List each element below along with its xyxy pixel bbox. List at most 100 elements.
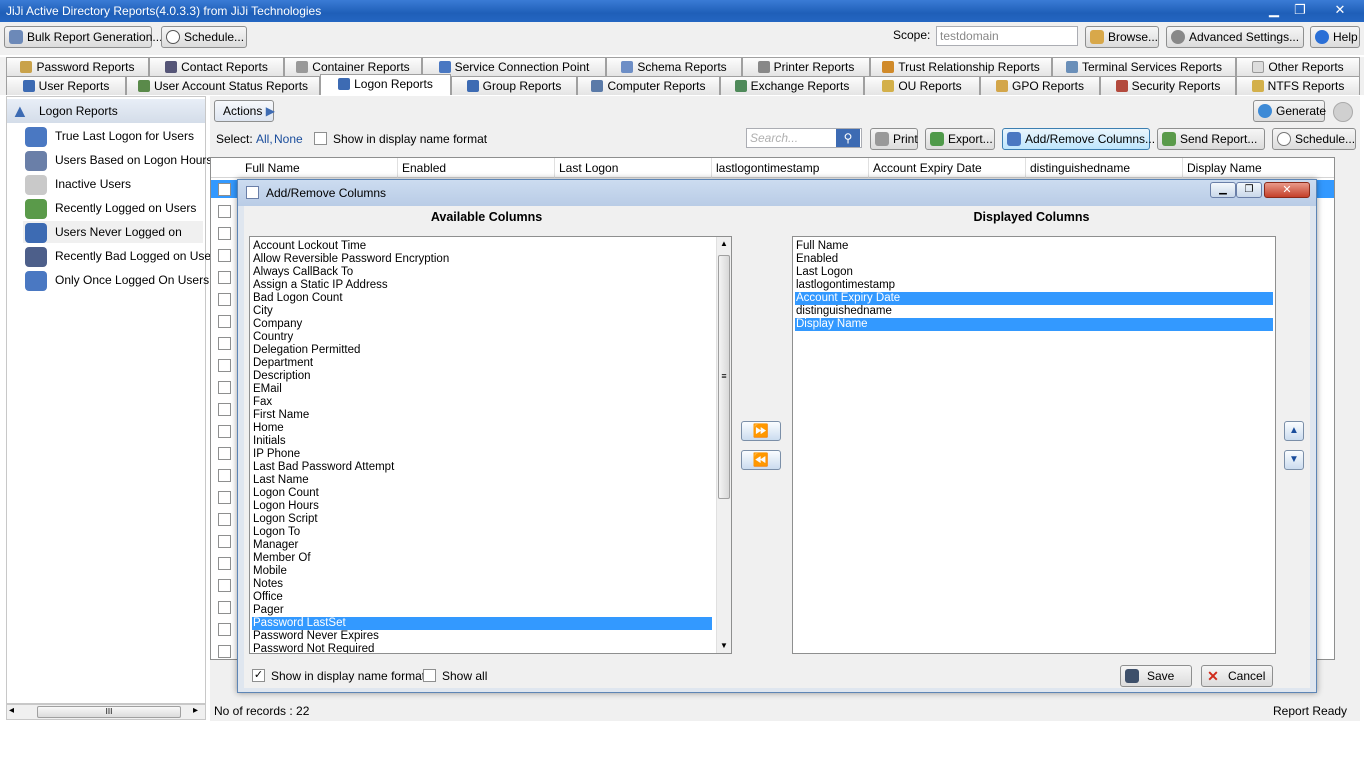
schedule-report-button[interactable]: Schedule... bbox=[1272, 128, 1356, 150]
tab-ou-reports[interactable]: OU Reports bbox=[864, 76, 980, 95]
tab-computer-reports[interactable]: Computer Reports bbox=[577, 76, 720, 95]
available-column-item[interactable]: City bbox=[252, 305, 712, 318]
tab-security-reports[interactable]: Security Reports bbox=[1100, 76, 1236, 95]
available-column-item[interactable]: Fax bbox=[252, 396, 712, 409]
export-button[interactable]: Export... bbox=[925, 128, 995, 150]
available-column-item[interactable]: Home bbox=[252, 422, 712, 435]
displayed-column-item[interactable]: Full Name bbox=[795, 240, 1273, 253]
available-scrollbar[interactable]: ▲ ≡ ▼ bbox=[716, 237, 731, 653]
tab-user-account-status-reports[interactable]: User Account Status Reports bbox=[126, 76, 320, 95]
tab-group-reports[interactable]: Group Reports bbox=[451, 76, 577, 95]
row-checkbox[interactable] bbox=[218, 601, 231, 614]
available-column-item[interactable]: Last Bad Password Attempt bbox=[252, 461, 712, 474]
displayed-columns-list[interactable]: Full Name Enabled Last Logon lastlogontimes… bbox=[792, 236, 1276, 654]
row-checkbox[interactable] bbox=[218, 205, 231, 218]
move-down-button[interactable]: ▼ bbox=[1284, 450, 1304, 470]
scroll-up-icon[interactable]: ▲ bbox=[720, 239, 728, 248]
help-button[interactable]: Help bbox=[1310, 26, 1360, 48]
add-remove-columns-button[interactable]: Add/Remove Columns... bbox=[1002, 128, 1155, 150]
row-checkbox[interactable] bbox=[218, 293, 231, 306]
row-checkbox[interactable] bbox=[218, 359, 231, 372]
displayed-column-item[interactable]: Last Logon bbox=[795, 266, 1273, 279]
row-checkbox[interactable] bbox=[218, 381, 231, 394]
show-all-checkbox[interactable] bbox=[423, 669, 436, 682]
column-header[interactable]: lastlogontimestamp bbox=[712, 158, 869, 178]
display-name-checkbox[interactable] bbox=[314, 132, 327, 145]
column-header[interactable]: Full Name bbox=[241, 158, 398, 178]
dialog-close-button[interactable]: ✕ bbox=[1264, 182, 1310, 198]
column-header[interactable]: Enabled bbox=[398, 158, 555, 178]
schedule-button[interactable]: Schedule... bbox=[161, 26, 247, 48]
tab-printer-reports[interactable]: Printer Reports bbox=[742, 57, 870, 76]
available-column-item[interactable]: Logon Hours bbox=[252, 500, 712, 513]
dialog-minimize-button[interactable]: ▁ bbox=[1210, 182, 1236, 198]
dialog-maximize-button[interactable]: ❐ bbox=[1236, 182, 1262, 198]
available-columns-list[interactable]: Account Lockout Time Allow Reversible Pas… bbox=[249, 236, 732, 654]
tab-logon-reports[interactable]: Logon Reports bbox=[320, 74, 451, 95]
maximize-button[interactable]: ❐ bbox=[1286, 0, 1314, 20]
tab-trust-relationship-reports[interactable]: Trust Relationship Reports bbox=[870, 57, 1052, 76]
row-checkbox[interactable] bbox=[218, 403, 231, 416]
minimize-button[interactable]: ▁ bbox=[1260, 0, 1288, 20]
tab-contact-reports[interactable]: Contact Reports bbox=[149, 57, 284, 76]
column-header[interactable]: Last Logon bbox=[555, 158, 712, 178]
row-checkbox[interactable] bbox=[218, 645, 231, 658]
displayed-column-item[interactable]: Account Expiry Date bbox=[795, 292, 1273, 305]
select-none-link[interactable]: None bbox=[274, 132, 303, 146]
row-checkbox[interactable] bbox=[218, 491, 231, 504]
available-column-item[interactable]: Bad Logon Count bbox=[252, 292, 712, 305]
bulk-report-button[interactable]: Bulk Report Generation... bbox=[4, 26, 162, 48]
row-checkbox[interactable] bbox=[218, 315, 231, 328]
scroll-thumb[interactable]: III bbox=[37, 706, 181, 718]
actions-button[interactable]: Actions ▶ bbox=[214, 100, 275, 122]
row-checkbox[interactable] bbox=[218, 227, 231, 240]
available-column-item[interactable]: Member Of bbox=[252, 552, 712, 565]
column-header[interactable]: Account Expiry Date bbox=[869, 158, 1026, 178]
available-column-item[interactable]: Mobile bbox=[252, 565, 712, 578]
displayed-column-item[interactable]: distinguishedname bbox=[795, 305, 1273, 318]
advanced-settings-button[interactable]: Advanced Settings... bbox=[1166, 26, 1304, 48]
add-column-button[interactable]: ⏩ bbox=[741, 421, 781, 441]
column-header[interactable]: distinguishedname bbox=[1026, 158, 1183, 178]
generate-button[interactable]: Generate bbox=[1253, 100, 1326, 122]
sidebar-item-inactive-users[interactable]: Inactive Users bbox=[23, 173, 203, 195]
available-column-item[interactable]: Password LastSet bbox=[252, 617, 712, 630]
row-checkbox[interactable] bbox=[218, 425, 231, 438]
displayed-column-item[interactable]: lastlogontimestamp bbox=[795, 279, 1273, 292]
tab-other-reports[interactable]: Other Reports bbox=[1236, 57, 1360, 76]
remove-column-button[interactable]: ⏪ bbox=[741, 450, 781, 470]
tab-user-reports[interactable]: User Reports bbox=[6, 76, 126, 95]
scroll-left-icon[interactable]: ◂ bbox=[9, 705, 14, 716]
available-column-item[interactable]: IP Phone bbox=[252, 448, 712, 461]
row-checkbox[interactable] bbox=[218, 249, 231, 262]
sidebar-item-never-logged-on[interactable]: Users Never Logged on bbox=[23, 221, 203, 243]
available-column-item[interactable]: Password Not Required bbox=[252, 643, 712, 653]
search-icon[interactable]: ⚲ bbox=[836, 129, 860, 147]
available-column-item[interactable]: Last Name bbox=[252, 474, 712, 487]
sidebar-item-only-once-logged[interactable]: Only Once Logged On Users bbox=[23, 269, 209, 291]
available-column-item[interactable]: Account Lockout Time bbox=[252, 240, 712, 253]
row-checkbox[interactable] bbox=[218, 447, 231, 460]
row-checkbox[interactable] bbox=[218, 535, 231, 548]
tab-terminal-services-reports[interactable]: Terminal Services Reports bbox=[1052, 57, 1236, 76]
column-header[interactable]: Display Name bbox=[1183, 158, 1334, 178]
report-list-header[interactable]: ▲ Logon Reports bbox=[7, 99, 205, 123]
sidebar-item-logon-hours[interactable]: Users Based on Logon Hours bbox=[23, 149, 212, 171]
tab-ntfs-reports[interactable]: NTFS Reports bbox=[1236, 76, 1360, 95]
print-button[interactable]: Print bbox=[870, 128, 918, 150]
available-column-item[interactable]: Password Never Expires bbox=[252, 630, 712, 643]
available-column-item[interactable]: Description bbox=[252, 370, 712, 383]
sidebar-item-true-last-logon[interactable]: True Last Logon for Users bbox=[23, 125, 203, 147]
sidebar-item-recently-logged-on[interactable]: Recently Logged on Users bbox=[23, 197, 203, 219]
available-column-item[interactable]: Allow Reversible Password Encryption bbox=[252, 253, 712, 266]
available-column-item[interactable]: Manager bbox=[252, 539, 712, 552]
available-column-item[interactable]: Always CallBack To bbox=[252, 266, 712, 279]
row-checkbox[interactable] bbox=[218, 623, 231, 636]
row-checkbox[interactable] bbox=[218, 271, 231, 284]
row-checkbox[interactable] bbox=[218, 469, 231, 482]
tab-exchange-reports[interactable]: Exchange Reports bbox=[720, 76, 864, 95]
show-display-name-checkbox[interactable]: ✓ bbox=[252, 669, 265, 682]
save-button[interactable]: Save bbox=[1120, 665, 1192, 687]
browse-button[interactable]: Browse... bbox=[1085, 26, 1159, 48]
available-column-item[interactable]: Logon Script bbox=[252, 513, 712, 526]
